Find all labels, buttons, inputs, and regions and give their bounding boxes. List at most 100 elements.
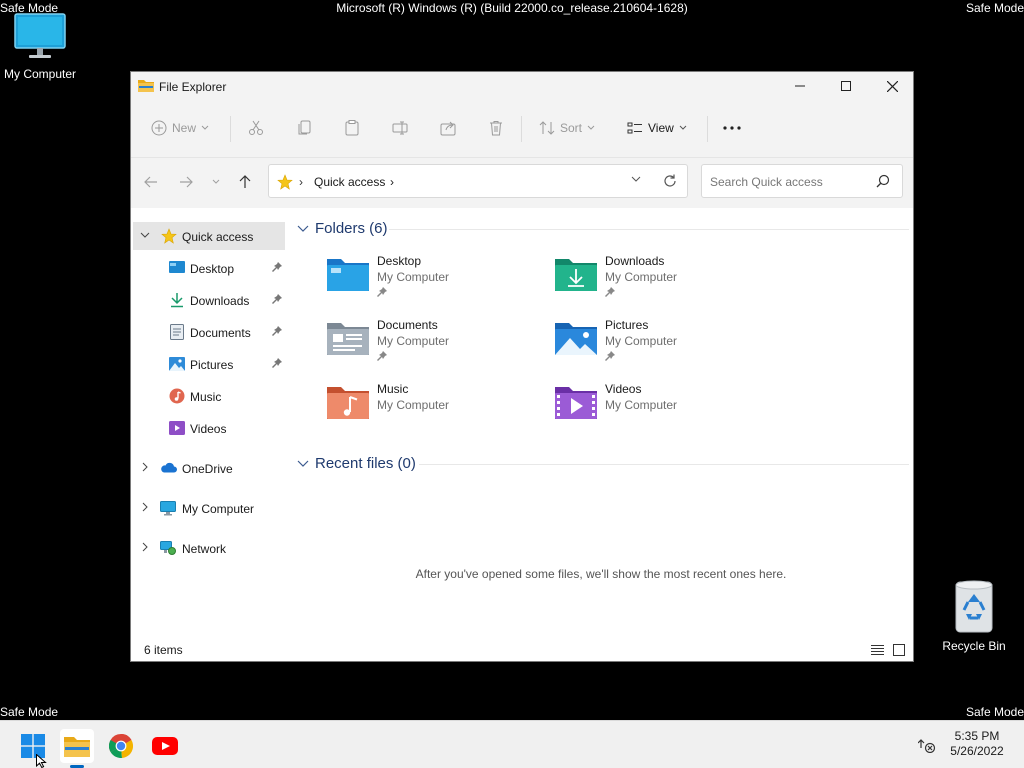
taskbar-chrome[interactable] (104, 729, 138, 763)
file-explorer-window: File Explorer New Sort View › Quick acce… (130, 71, 914, 662)
chevron-down-icon (679, 125, 687, 130)
title-bar[interactable]: File Explorer (131, 72, 913, 100)
new-button[interactable]: New (151, 114, 209, 142)
folder-tile-desktop[interactable]: Desktop My Computer (327, 252, 547, 312)
youtube-icon (152, 737, 178, 755)
refresh-icon[interactable] (663, 174, 677, 188)
clock[interactable]: 5:35 PM 5/26/2022 (944, 729, 1010, 759)
sidebar-item-desktop[interactable]: Desktop (133, 254, 285, 282)
sort-button[interactable]: Sort (539, 114, 595, 142)
folder-tile-videos[interactable]: Videos My Computer (555, 380, 775, 440)
network-disconnected-icon[interactable] (918, 737, 936, 753)
maximize-button[interactable] (823, 72, 869, 100)
taskbar: 5:35 PM 5/26/2022 (0, 720, 1024, 768)
folder-name: Music (377, 382, 409, 396)
section-divider (389, 229, 909, 230)
folder-icon (138, 80, 154, 92)
pin-icon (377, 287, 387, 297)
folder-tile-downloads[interactable]: Downloads My Computer (555, 252, 775, 312)
sidebar-item-pictures[interactable]: Pictures (133, 350, 285, 378)
chevron-down-icon[interactable] (631, 175, 641, 183)
more-icon (723, 126, 741, 130)
back-button[interactable] (141, 172, 161, 192)
arrow-right-icon (180, 176, 193, 188)
paste-button[interactable] (344, 114, 360, 142)
videos-folder-icon (555, 387, 597, 419)
address-bar[interactable]: › Quick access › (268, 164, 688, 198)
share-button[interactable] (440, 114, 456, 142)
sidebar-item-documents[interactable]: Documents (133, 318, 285, 346)
safe-mode-label-bottom-left: Safe Mode (0, 705, 59, 719)
rename-icon (392, 121, 408, 135)
window-title: File Explorer (159, 80, 227, 94)
pin-icon (272, 358, 282, 368)
sidebar-item-network[interactable]: Network (133, 534, 285, 562)
search-box[interactable]: Search Quick access (701, 164, 903, 198)
folder-name: Documents (377, 318, 438, 332)
chevron-right-icon[interactable] (139, 501, 151, 513)
folder-tile-pictures[interactable]: Pictures My Computer (555, 316, 775, 376)
clock-date: 5/26/2022 (950, 744, 1004, 758)
sort-label: Sort (560, 121, 583, 135)
cut-button[interactable] (248, 114, 264, 142)
folder-location: My Computer (377, 270, 450, 284)
breadcrumb-quick-access[interactable]: Quick access (314, 175, 385, 189)
taskbar-file-explorer[interactable] (60, 729, 94, 763)
arrow-up-icon (239, 175, 251, 188)
breadcrumb-chevron[interactable]: › (390, 175, 394, 189)
folder-name: Desktop (377, 254, 422, 268)
rename-button[interactable] (392, 114, 408, 142)
up-button[interactable] (235, 172, 255, 192)
chevron-down-icon (587, 125, 595, 130)
desktop-icon (169, 261, 185, 273)
view-button[interactable]: View (627, 114, 687, 142)
folder-tile-music[interactable]: Music My Computer (327, 380, 547, 440)
minimize-button[interactable] (777, 72, 823, 100)
music-icon (169, 388, 185, 404)
sidebar-item-label: Music (190, 390, 222, 404)
toolbar-separator (707, 116, 708, 142)
desktop-my-computer[interactable]: My Computer (0, 12, 80, 81)
desktop-recycle-bin[interactable]: Recycle Bin (934, 578, 1014, 653)
view-label: View (648, 121, 674, 135)
large-icons-view-icon[interactable] (893, 644, 905, 656)
folder-icon (64, 737, 90, 757)
details-view-icon[interactable] (871, 644, 884, 656)
taskbar-youtube[interactable] (148, 729, 182, 763)
copy-icon (298, 120, 311, 135)
sidebar-item-downloads[interactable]: Downloads (133, 286, 285, 314)
sidebar-item-my-computer[interactable]: My Computer (133, 494, 285, 522)
sidebar-item-music[interactable]: Music (133, 382, 285, 410)
arrow-left-icon (144, 176, 157, 188)
safe-mode-label-top-right: Safe Mode (965, 1, 1024, 15)
sidebar-item-quick-access[interactable]: Quick access (133, 222, 285, 250)
forward-button[interactable] (176, 172, 196, 192)
recent-files-section-header[interactable]: Recent files (0) (297, 455, 416, 472)
chevron-right-icon[interactable] (139, 461, 151, 473)
chrome-icon (109, 734, 133, 758)
status-bar: 6 items (131, 640, 913, 662)
copy-button[interactable] (297, 114, 313, 142)
pin-icon (272, 262, 282, 272)
view-list-icon (627, 122, 642, 134)
desktop-my-computer-label: My Computer (3, 67, 77, 81)
sidebar-item-label: Downloads (190, 294, 250, 308)
recent-locations-button[interactable] (206, 172, 226, 192)
section-divider (419, 464, 909, 465)
chevron-down-icon[interactable] (139, 229, 151, 241)
folder-location: My Computer (605, 398, 678, 412)
monitor-icon (14, 13, 66, 58)
clipboard-icon (345, 120, 359, 136)
more-options-button[interactable] (723, 114, 741, 142)
close-button[interactable] (869, 72, 915, 100)
sidebar-item-label: Quick access (182, 230, 254, 244)
search-placeholder: Search Quick access (710, 175, 823, 189)
sidebar-item-onedrive[interactable]: OneDrive (133, 454, 285, 482)
plus-circle-icon (151, 120, 167, 136)
chevron-right-icon[interactable] (139, 541, 151, 553)
folders-section-header[interactable]: Folders (6) (297, 220, 388, 237)
sidebar-item-videos[interactable]: Videos (133, 414, 285, 442)
documents-folder-icon (327, 323, 369, 355)
delete-button[interactable] (488, 114, 504, 142)
folder-tile-documents[interactable]: Documents My Computer (327, 316, 547, 376)
